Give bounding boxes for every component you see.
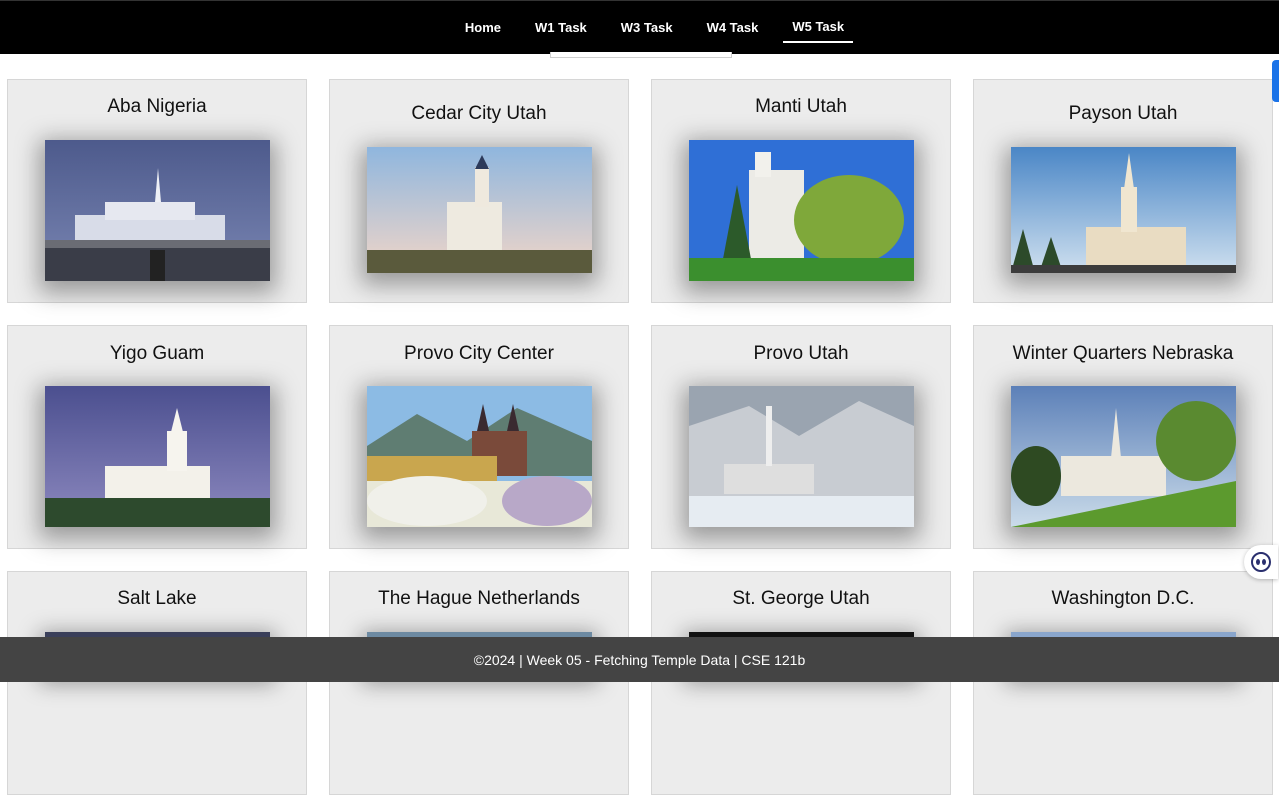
temple-name: Winter Quarters Nebraska xyxy=(1012,343,1234,364)
nav-w3-task[interactable]: W3 Task xyxy=(612,1,682,45)
temple-photo xyxy=(45,386,270,527)
temple-name: Aba Nigeria xyxy=(107,96,207,117)
temple-name: Provo City Center xyxy=(404,343,554,364)
temple-name: Cedar City Utah xyxy=(411,103,547,124)
temple-photo xyxy=(367,147,592,273)
footer-text: ©2024 | Week 05 - Fetching Temple Data |… xyxy=(473,651,806,668)
temple-photo xyxy=(689,140,914,281)
temple-name: St. George Utah xyxy=(732,588,870,609)
temple-card: Salt Lake xyxy=(7,571,307,795)
temple-photo xyxy=(689,386,914,527)
page-footer: ©2024 | Week 05 - Fetching Temple Data |… xyxy=(0,637,1279,682)
nav-w5-task[interactable]: W5 Task xyxy=(783,1,854,43)
temple-photo xyxy=(367,386,592,527)
temple-name: Salt Lake xyxy=(117,588,197,609)
temple-card: Manti Utah xyxy=(651,79,951,303)
temple-card: Provo Utah xyxy=(651,325,951,549)
temple-name: Provo Utah xyxy=(753,343,849,364)
nav-w1-task[interactable]: W1 Task xyxy=(526,1,596,45)
temple-name: Payson Utah xyxy=(1068,103,1178,124)
temple-name: Washington D.C. xyxy=(1051,588,1195,609)
temple-card: Aba Nigeria xyxy=(7,79,307,303)
temple-name: Yigo Guam xyxy=(109,343,205,364)
nav-w4-task[interactable]: W4 Task xyxy=(698,1,768,45)
assistant-bubble[interactable] xyxy=(1244,545,1278,579)
top-nav-bar: Home W1 Task W3 Task W4 Task W5 Task xyxy=(0,0,1279,54)
temple-card: Cedar City Utah xyxy=(329,79,629,303)
temple-card: St. George Utah xyxy=(651,571,951,795)
temple-grid: Aba Nigeria Cedar City Utah Manti Utah P… xyxy=(7,79,1273,795)
temple-card: Payson Utah xyxy=(973,79,1273,303)
temple-card: Yigo Guam xyxy=(7,325,307,549)
temple-card: Washington D.C. xyxy=(973,571,1273,795)
temple-card: The Hague Netherlands xyxy=(329,571,629,795)
temple-name: Manti Utah xyxy=(755,96,847,117)
temple-card: Provo City Center xyxy=(329,325,629,549)
header-underline-box xyxy=(550,52,732,58)
temple-photo xyxy=(1011,386,1236,527)
temple-name: The Hague Netherlands xyxy=(378,588,580,609)
assistant-face-icon xyxy=(1251,552,1271,572)
temple-card: Winter Quarters Nebraska xyxy=(973,325,1273,549)
main-nav: Home W1 Task W3 Task W4 Task W5 Task xyxy=(0,1,1279,55)
nav-home[interactable]: Home xyxy=(456,1,510,45)
temple-photo xyxy=(45,140,270,281)
side-scroll-tab[interactable] xyxy=(1272,60,1279,102)
temple-photo xyxy=(1011,147,1236,273)
